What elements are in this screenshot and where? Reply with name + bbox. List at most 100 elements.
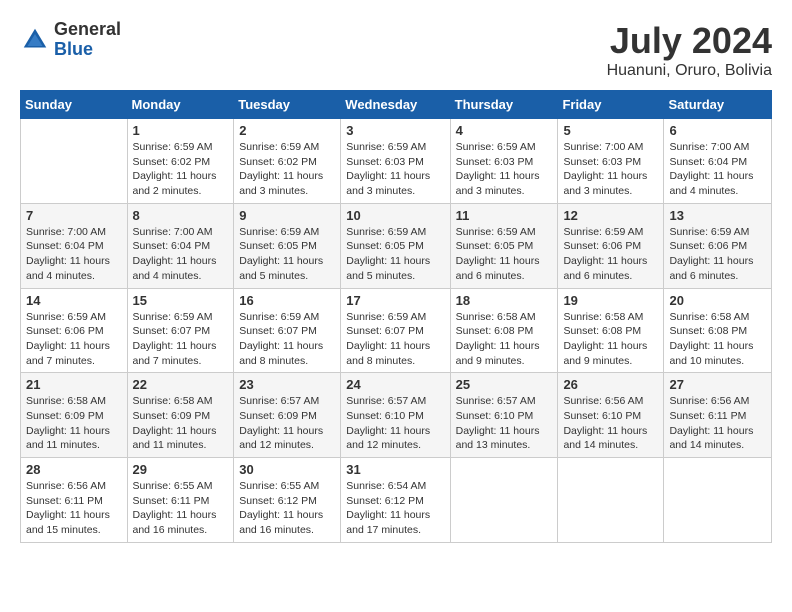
- day-info-line: and 9 minutes.: [563, 355, 632, 367]
- day-info: Sunrise: 6:58 AMSunset: 6:09 PMDaylight:…: [26, 394, 122, 453]
- day-info-line: Sunset: 6:08 PM: [669, 325, 747, 337]
- day-number: 20: [669, 293, 766, 308]
- day-info-line: Daylight: 11 hours: [346, 340, 430, 352]
- day-info-line: Sunrise: 6:55 AM: [239, 480, 319, 492]
- day-number: 4: [456, 123, 553, 138]
- day-number: 25: [456, 377, 553, 392]
- day-info: Sunrise: 6:57 AMSunset: 6:10 PMDaylight:…: [456, 394, 553, 453]
- day-info-line: Sunset: 6:11 PM: [26, 495, 103, 507]
- day-info-line: and 3 minutes.: [239, 185, 308, 197]
- day-info-line: Daylight: 11 hours: [133, 340, 217, 352]
- calendar-cell: 25Sunrise: 6:57 AMSunset: 6:10 PMDayligh…: [450, 373, 558, 458]
- calendar-week-4: 21Sunrise: 6:58 AMSunset: 6:09 PMDayligh…: [21, 373, 772, 458]
- day-info-line: Sunset: 6:06 PM: [563, 240, 641, 252]
- day-number: 3: [346, 123, 444, 138]
- day-info: Sunrise: 7:00 AMSunset: 6:04 PMDaylight:…: [26, 225, 122, 284]
- calendar-cell: 31Sunrise: 6:54 AMSunset: 6:12 PMDayligh…: [341, 458, 450, 543]
- day-number: 29: [133, 462, 229, 477]
- day-info-line: and 15 minutes.: [26, 524, 101, 536]
- day-info-line: Sunset: 6:09 PM: [239, 410, 317, 422]
- day-info: Sunrise: 6:59 AMSunset: 6:05 PMDaylight:…: [346, 225, 444, 284]
- day-info-line: Sunrise: 6:56 AM: [26, 480, 106, 492]
- day-info-line: Daylight: 11 hours: [669, 425, 753, 437]
- calendar-cell: 9Sunrise: 6:59 AMSunset: 6:05 PMDaylight…: [234, 203, 341, 288]
- weekday-header-tuesday: Tuesday: [234, 91, 341, 119]
- calendar-cell: 6 Sunrise: 7:00 AMSunset: 6:04 PMDaylight…: [664, 119, 772, 204]
- day-info-line: Daylight: 11 hours: [133, 425, 217, 437]
- day-number: 6: [669, 123, 766, 138]
- day-info-line: Sunset: 6:10 PM: [456, 410, 534, 422]
- day-info-line: Sunrise: 6:59 AM: [26, 311, 106, 323]
- day-info: Sunrise: 6:59 AMSunset: 6:03 PMDaylight:…: [456, 140, 553, 199]
- day-info-line: Sunset: 6:12 PM: [239, 495, 317, 507]
- day-info-line: and 3 minutes.: [456, 185, 525, 197]
- day-info-line: Sunset: 6:05 PM: [456, 240, 534, 252]
- day-info-line: Sunset: 6:02 PM: [239, 156, 317, 168]
- day-info-line: and 13 minutes.: [456, 439, 531, 451]
- day-info-line: Daylight: 11 hours: [346, 170, 430, 182]
- calendar-cell: 12Sunrise: 6:59 AMSunset: 6:06 PMDayligh…: [558, 203, 664, 288]
- day-info-line: and 3 minutes.: [563, 185, 632, 197]
- location-text: Huanuni, Oruro, Bolivia: [607, 62, 772, 80]
- calendar-cell: 28Sunrise: 6:56 AMSunset: 6:11 PMDayligh…: [21, 458, 128, 543]
- day-info-line: Sunrise: 6:59 AM: [133, 311, 213, 323]
- calendar-week-5: 28Sunrise: 6:56 AMSunset: 6:11 PMDayligh…: [21, 458, 772, 543]
- day-info-line: Sunrise: 6:58 AM: [26, 395, 106, 407]
- calendar-cell: 14Sunrise: 6:59 AMSunset: 6:06 PMDayligh…: [21, 288, 128, 373]
- day-info-line: and 8 minutes.: [346, 355, 415, 367]
- day-info: Sunrise: 7:00 AMSunset: 6:04 PMDaylight:…: [669, 140, 766, 199]
- day-info-line: Sunset: 6:11 PM: [133, 495, 210, 507]
- day-info-line: Sunrise: 6:59 AM: [456, 226, 536, 238]
- calendar-cell: 27Sunrise: 6:56 AMSunset: 6:11 PMDayligh…: [664, 373, 772, 458]
- day-number: 1: [133, 123, 229, 138]
- day-number: 23: [239, 377, 335, 392]
- day-number: 17: [346, 293, 444, 308]
- logo-blue-text: Blue: [54, 40, 121, 60]
- day-info: Sunrise: 6:59 AMSunset: 6:02 PMDaylight:…: [133, 140, 229, 199]
- day-info: Sunrise: 6:55 AMSunset: 6:12 PMDaylight:…: [239, 479, 335, 538]
- day-info-line: and 2 minutes.: [133, 185, 202, 197]
- day-info-line: and 14 minutes.: [563, 439, 638, 451]
- day-info-line: and 11 minutes.: [133, 439, 207, 451]
- day-info-line: Daylight: 11 hours: [26, 255, 110, 267]
- day-info-line: and 17 minutes.: [346, 524, 421, 536]
- day-number: 9: [239, 208, 335, 223]
- day-info-line: Sunrise: 6:59 AM: [456, 141, 536, 153]
- day-info-line: Sunrise: 6:57 AM: [456, 395, 536, 407]
- day-info-line: Sunrise: 6:58 AM: [563, 311, 643, 323]
- day-info-line: and 11 minutes.: [26, 439, 100, 451]
- calendar-cell: 1 Sunrise: 6:59 AMSunset: 6:02 PMDaylight…: [127, 119, 234, 204]
- day-info-line: Sunrise: 6:59 AM: [346, 226, 426, 238]
- day-info-line: and 16 minutes.: [133, 524, 208, 536]
- day-info: Sunrise: 6:57 AMSunset: 6:10 PMDaylight:…: [346, 394, 444, 453]
- day-info-line: Sunset: 6:09 PM: [133, 410, 211, 422]
- day-info-line: Sunrise: 6:59 AM: [346, 311, 426, 323]
- calendar-week-2: 7 Sunrise: 7:00 AMSunset: 6:04 PMDaylight…: [21, 203, 772, 288]
- day-info-line: Daylight: 11 hours: [133, 509, 217, 521]
- day-info-line: Sunrise: 6:57 AM: [239, 395, 319, 407]
- day-info-line: and 7 minutes.: [133, 355, 202, 367]
- day-info-line: Daylight: 11 hours: [239, 255, 323, 267]
- day-info: Sunrise: 6:59 AMSunset: 6:02 PMDaylight:…: [239, 140, 335, 199]
- day-info-line: Daylight: 11 hours: [563, 255, 647, 267]
- day-info: Sunrise: 6:59 AMSunset: 6:03 PMDaylight:…: [346, 140, 444, 199]
- day-info-line: Daylight: 11 hours: [669, 255, 753, 267]
- day-info-line: and 9 minutes.: [456, 355, 525, 367]
- calendar-cell: 22Sunrise: 6:58 AMSunset: 6:09 PMDayligh…: [127, 373, 234, 458]
- day-info-line: and 3 minutes.: [346, 185, 415, 197]
- day-number: 18: [456, 293, 553, 308]
- day-info-line: Daylight: 11 hours: [563, 340, 647, 352]
- calendar-cell: 13Sunrise: 6:59 AMSunset: 6:06 PMDayligh…: [664, 203, 772, 288]
- day-number: 30: [239, 462, 335, 477]
- day-info-line: Daylight: 11 hours: [669, 170, 753, 182]
- day-info: Sunrise: 6:54 AMSunset: 6:12 PMDaylight:…: [346, 479, 444, 538]
- calendar-week-3: 14Sunrise: 6:59 AMSunset: 6:06 PMDayligh…: [21, 288, 772, 373]
- day-info-line: Sunrise: 6:59 AM: [133, 141, 213, 153]
- day-number: 7: [26, 208, 122, 223]
- day-info-line: Sunrise: 6:57 AM: [346, 395, 426, 407]
- day-info-line: Daylight: 11 hours: [26, 425, 110, 437]
- calendar-cell: 20Sunrise: 6:58 AMSunset: 6:08 PMDayligh…: [664, 288, 772, 373]
- day-info: Sunrise: 6:58 AMSunset: 6:08 PMDaylight:…: [563, 310, 658, 369]
- day-number: 22: [133, 377, 229, 392]
- day-info-line: Sunrise: 6:58 AM: [669, 311, 749, 323]
